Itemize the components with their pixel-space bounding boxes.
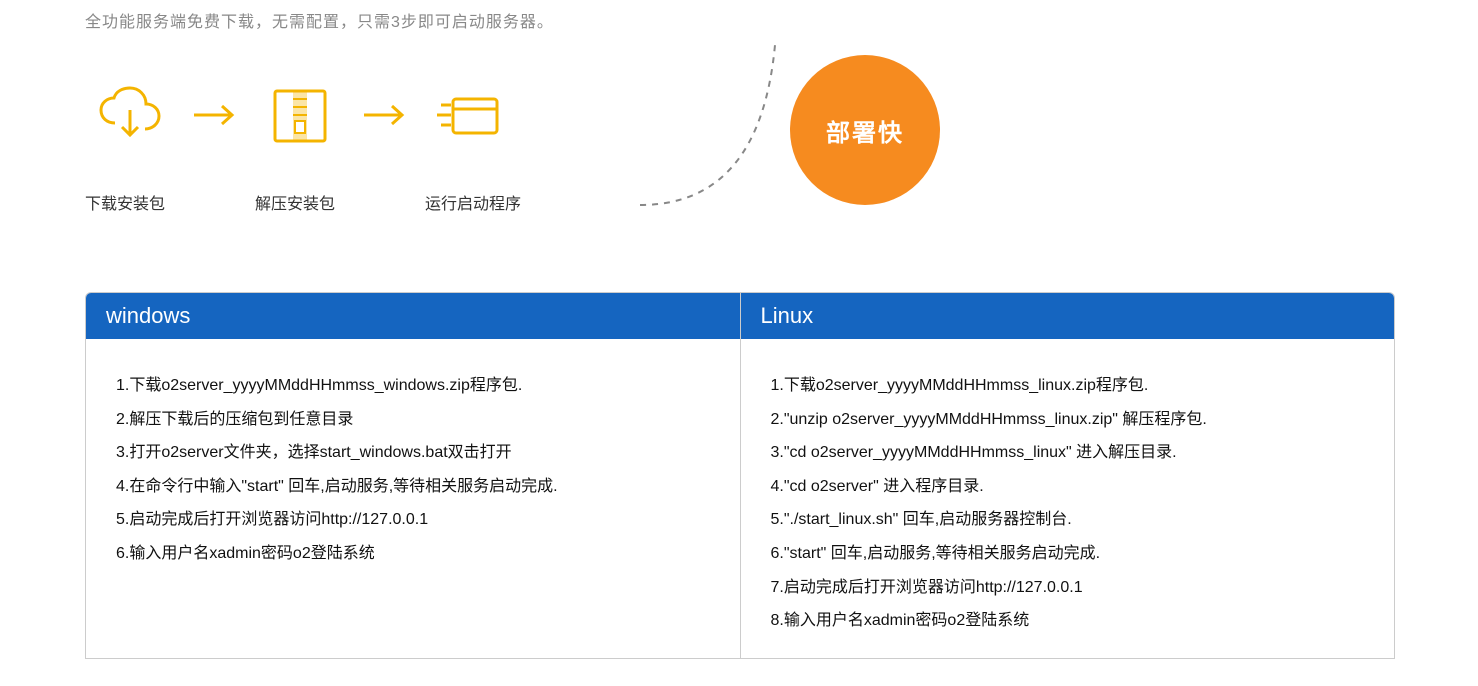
list-item: 3.打开o2server文件夹，选择start_windows.bat双击打开 <box>116 436 710 470</box>
step-icons-row <box>85 85 515 150</box>
cloud-download-icon <box>85 85 175 150</box>
list-item: 3."cd o2server_yyyyMMddHHmmss_linux" 进入解… <box>771 436 1365 470</box>
list-item: 4."cd o2server" 进入程序目录. <box>771 470 1365 504</box>
list-item: 8.输入用户名xadmin密码o2登陆系统 <box>771 604 1365 638</box>
list-item: 6.输入用户名xadmin密码o2登陆系统 <box>116 537 710 571</box>
deploy-fast-badge: 部署快 <box>790 55 940 205</box>
windows-steps-list: 1.下载o2server_yyyyMMddHHmmss_windows.zip程… <box>86 339 740 591</box>
archive-icon <box>255 85 345 150</box>
list-item: 5."./start_linux.sh" 回车,启动服务器控制台. <box>771 503 1365 537</box>
step-label-2: 解压安装包 <box>255 190 345 214</box>
list-item: 2.解压下载后的压缩包到任意目录 <box>116 403 710 437</box>
windows-column: windows 1.下载o2server_yyyyMMddHHmmss_wind… <box>86 293 740 658</box>
arrow-right-icon <box>175 100 255 135</box>
badge-area: 部署快 <box>630 25 970 225</box>
intro-text: 全功能服务端免费下载，无需配置，只需3步即可启动服务器。 <box>85 8 554 32</box>
list-item: 1.下载o2server_yyyyMMddHHmmss_linux.zip程序包… <box>771 369 1365 403</box>
step-label-3: 运行启动程序 <box>425 190 535 214</box>
list-item: 7.启动完成后打开浏览器访问http://127.0.0.1 <box>771 571 1365 605</box>
arrow-right-icon <box>345 100 425 135</box>
list-item: 5.启动完成后打开浏览器访问http://127.0.0.1 <box>116 503 710 537</box>
step-label-1: 下载安装包 <box>85 190 175 214</box>
run-program-icon <box>425 85 515 150</box>
linux-column: Linux 1.下载o2server_yyyyMMddHHmmss_linux.… <box>740 293 1395 658</box>
list-item: 4.在命令行中输入"start" 回车,启动服务,等待相关服务启动完成. <box>116 470 710 504</box>
linux-header: Linux <box>741 293 1395 339</box>
instructions-panel: windows 1.下载o2server_yyyyMMddHHmmss_wind… <box>85 292 1395 659</box>
linux-steps-list: 1.下载o2server_yyyyMMddHHmmss_linux.zip程序包… <box>741 339 1395 658</box>
list-item: 1.下载o2server_yyyyMMddHHmmss_windows.zip程… <box>116 369 710 403</box>
list-item: 6."start" 回车,启动服务,等待相关服务启动完成. <box>771 537 1365 571</box>
list-item: 2."unzip o2server_yyyyMMddHHmmss_linux.z… <box>771 403 1365 437</box>
windows-header: windows <box>86 293 740 339</box>
step-labels-row: 下载安装包 解压安装包 运行启动程序 <box>85 190 535 214</box>
